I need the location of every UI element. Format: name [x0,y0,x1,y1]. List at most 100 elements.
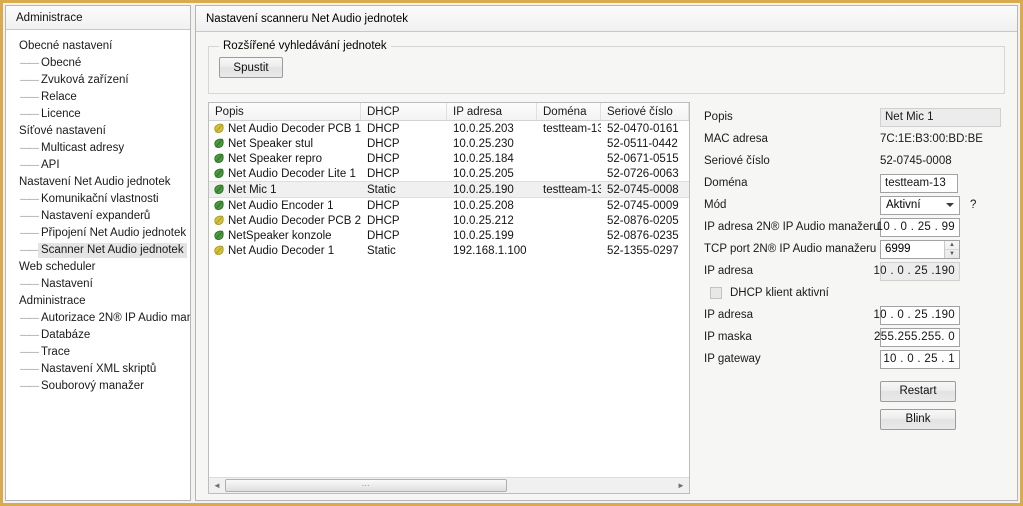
sidebar-item-9[interactable]: —— Komunikační vlastnosti [6,191,190,208]
sidebar-item-19[interactable]: —— Nastavení XML skriptů [6,361,190,378]
sidebar-item-label: Multicast adresy [41,142,125,154]
advanced-search-title: Rozšířené vyhledávání jednotek [219,40,391,52]
sidebar-item-label: Obecné [41,57,82,69]
sidebar-item-4[interactable]: —— Licence [6,106,190,123]
sidebar-item-label: Web scheduler [19,261,96,273]
table-row[interactable]: Net Audio Decoder Lite 1 DHCP 10.0.25.205 5… [209,166,689,181]
restart-button[interactable]: Restart [880,380,956,402]
scroll-right-arrow-icon[interactable]: ► [673,478,689,493]
ip-mask-input[interactable]: 255.255.255. 0 [874,327,960,347]
row-dhcp-cell: Static [367,244,396,257]
sidebar-item-15[interactable]: Administrace [6,293,190,310]
device-leaf-icon-yellow [213,245,224,256]
dhcp-client-checkbox[interactable] [710,287,722,299]
column-header-0[interactable]: Popis [209,103,361,120]
table-row[interactable]: Net Speaker stul DHCP 10.0.25.230 52-0511-0… [209,136,689,151]
sidebar-item-3[interactable]: —— Relace [6,89,190,106]
ip-static-input[interactable]: 10 . 0 . 25 .190 [873,305,960,325]
domain-input[interactable]: testteam-13 [880,173,958,193]
row-description-text: NetSpeaker konzole [228,229,332,242]
blink-button[interactable]: Blink [880,408,956,430]
sidebar-item-14[interactable]: —— Nastavení [6,276,190,293]
ip-gateway-input[interactable]: 10 . 0 . 25 . 1 [880,349,960,369]
run-scan-button[interactable]: Spustit [219,57,283,78]
sidebar-item-label: Komunikační vlastnosti [41,193,159,205]
tree-connector-icon: —— [20,245,39,256]
device-leaf-icon-green [213,138,224,149]
device-leaf-icon-green [213,168,224,179]
table-row[interactable]: Net Speaker repro DHCP 10.0.25.184 52-0671-… [209,151,689,166]
device-leaf-icon-yellow [213,123,224,134]
scrollbar-track[interactable]: ⋯ [225,478,673,493]
row-ip-cell: 192.168.1.100 [453,244,527,257]
scrollbar-thumb[interactable]: ⋯ [225,479,508,492]
row-dhcp-cell: DHCP [367,167,400,180]
tree-connector-icon: —— [20,364,39,375]
table-row[interactable]: NetSpeaker konzole DHCP 10.0.25.199 52-0876… [209,228,689,243]
ip-gateway-label: IP gateway [704,353,761,365]
sidebar-item-6[interactable]: —— Multicast adresy [6,140,190,157]
dhcp-client-row[interactable]: DHCP klient aktivní [704,282,1001,304]
page-title: Nastavení scanneru Net Audio jednotek [206,12,409,25]
manager-ip-input[interactable]: 10 . 0 . 25 . 99 [877,217,960,237]
sidebar-item-8[interactable]: Nastavení Net Audio jednotek [6,174,190,191]
mode-select[interactable]: Aktivní [880,195,960,215]
sidebar-item-13[interactable]: Web scheduler [6,259,190,276]
sidebar-item-11[interactable]: —— Připojení Net Audio jednotek [6,225,190,242]
device-leaf-icon-green [213,200,224,211]
sidebar-item-16[interactable]: ——Autorizace 2N® IP Audio manažeru [6,310,190,327]
row-serial-cell: 52-0745-0008 [607,183,679,196]
tree-connector-icon: —— [20,75,39,86]
sidebar-item-10[interactable]: —— Nastavení expanderů [6,208,190,225]
table-row[interactable]: Net Audio Decoder PCB 2 DHCP 10.0.25.212 52… [209,213,689,228]
table-row[interactable]: Net Audio Decoder 1 Static 192.168.1.100 52… [209,243,689,258]
horizontal-scrollbar[interactable]: ◄ ⋯ ► [209,477,689,493]
row-serial-cell: 52-0876-0235 [607,229,679,242]
content-area: Popis DHCP IP adresa Doména Seriové číslo Ne… [204,102,1009,494]
row-ip-cell: 10.0.25.208 [453,199,514,212]
row-ip-cell: 10.0.25.199 [453,229,514,242]
row-description-text: Net Audio Decoder PCB 2 [228,214,361,227]
row-serial-cell: 52-0745-0009 [607,199,679,212]
table-row[interactable]: Net Mic 1 Static 10.0.25.190 testteam-13 52-… [209,181,689,198]
advanced-search-groupbox: Rozšířené vyhledávání jednotek Spustit [208,40,1005,94]
manager-port-stepper[interactable]: 6999 ▲ ▼ [880,239,960,259]
mac-value: 7C:1E:B3:00:BD:BE [880,133,983,145]
ip-primary-label: IP adresa [704,265,754,277]
row-description-cell: Net Speaker repro [209,153,361,165]
sidebar-item-1[interactable]: —— Obecné [6,55,190,72]
table-row[interactable]: Net Audio Decoder PCB 1 DHCP 10.0.25.203 te… [209,121,689,136]
tree-connector-icon: —— [20,160,39,171]
scroll-left-arrow-icon[interactable]: ◄ [209,478,225,493]
stepper-up-icon[interactable]: ▲ [945,241,959,250]
column-header-2[interactable]: IP adresa [447,103,537,120]
mode-help-icon[interactable]: ? [970,199,976,211]
column-header-4[interactable]: Seriové číslo [601,103,689,120]
stepper-buttons[interactable]: ▲ ▼ [944,240,959,258]
row-dhcp-cell: DHCP [367,152,400,165]
manager-ip-label: IP adresa 2N® IP Audio manažeru [704,221,880,233]
sidebar-item-20[interactable]: —— Souborový manažer [6,378,190,395]
sidebar-item-0[interactable]: Obecné nastavení [6,38,190,55]
sidebar-item-2[interactable]: —— Zvuková zařízení [6,72,190,89]
sidebar-item-label: Nastavení [41,278,93,290]
table-row[interactable]: Net Audio Encoder 1 DHCP 10.0.25.208 52-074… [209,198,689,213]
tree-connector-icon: —— [20,92,39,103]
field-manager-port: TCP port 2N® IP Audio manažeru 6999 ▲ ▼ [704,238,1001,260]
sidebar-item-18[interactable]: —— Trace [6,344,190,361]
row-domain-cell: testteam-13 [543,122,601,135]
row-ip-cell: 10.0.25.203 [453,122,514,135]
row-description-text: Net Audio Decoder Lite 1 [228,167,356,180]
row-serial-cell: 52-0876-0205 [607,214,679,227]
sidebar-item-17[interactable]: —— Databáze [6,327,190,344]
main-body: Rozšířené vyhledávání jednotek Spustit P… [196,32,1017,500]
tree-connector-icon: —— [20,143,39,154]
sidebar-item-7[interactable]: —— API [6,157,190,174]
navigation-tree: Obecné nastavení —— Obecné —— Zvuková zaříze… [6,30,190,500]
sidebar-item-12[interactable]: —— Scanner Net Audio jednotek [6,242,190,259]
column-header-3[interactable]: Doména [537,103,601,120]
row-ip-cell: 10.0.25.184 [453,152,514,165]
column-header-1[interactable]: DHCP [361,103,447,120]
stepper-down-icon[interactable]: ▼ [945,250,959,258]
sidebar-item-5[interactable]: Síťové nastavení [6,123,190,140]
